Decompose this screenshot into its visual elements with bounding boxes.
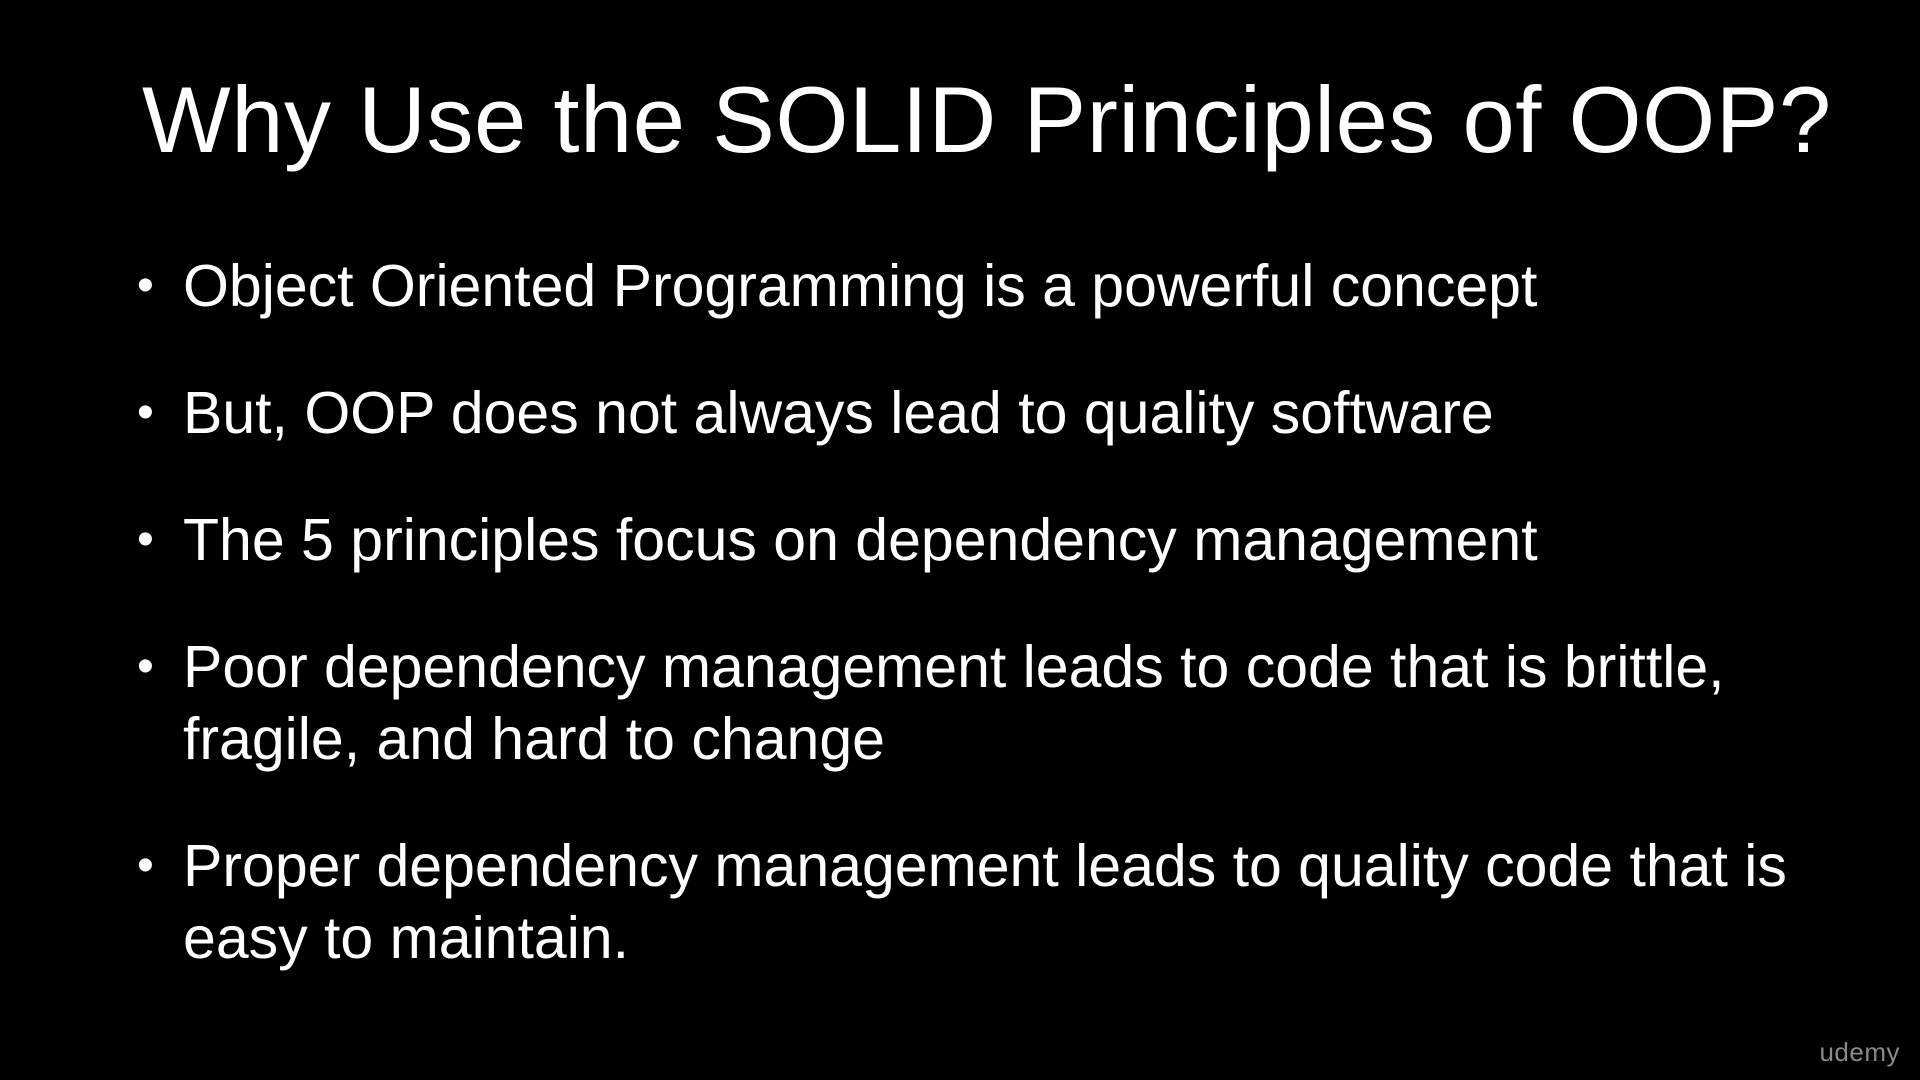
slide: Why Use the SOLID Principles of OOP? • O… [0, 0, 1920, 1080]
bullet-dot-icon: • [137, 640, 154, 693]
bullet-item: • The 5 principles focus on dependency m… [137, 504, 1797, 576]
bullet-text: Proper dependency management leads to qu… [183, 833, 1787, 971]
bullet-item: • But, OOP does not always lead to quali… [137, 377, 1797, 449]
bullet-item: • Object Oriented Programming is a power… [137, 250, 1797, 322]
bullet-text: But, OOP does not always lead to quality… [183, 380, 1494, 446]
bullet-item: • Poor dependency management leads to co… [137, 631, 1797, 775]
bullet-text: Poor dependency management leads to code… [183, 634, 1725, 772]
bullet-item: • Proper dependency management leads to … [137, 830, 1797, 974]
bullet-list: • Object Oriented Programming is a power… [137, 250, 1797, 1029]
bullet-dot-icon: • [137, 839, 154, 892]
bullet-text: The 5 principles focus on dependency man… [183, 507, 1538, 573]
udemy-watermark: udemy [1819, 1037, 1900, 1067]
slide-title: Why Use the SOLID Principles of OOP? [142, 67, 1832, 172]
bullet-dot-icon: • [137, 259, 154, 312]
bullet-text: Object Oriented Programming is a powerfu… [183, 253, 1538, 319]
bullet-dot-icon: • [137, 513, 154, 566]
bullet-dot-icon: • [137, 386, 154, 439]
